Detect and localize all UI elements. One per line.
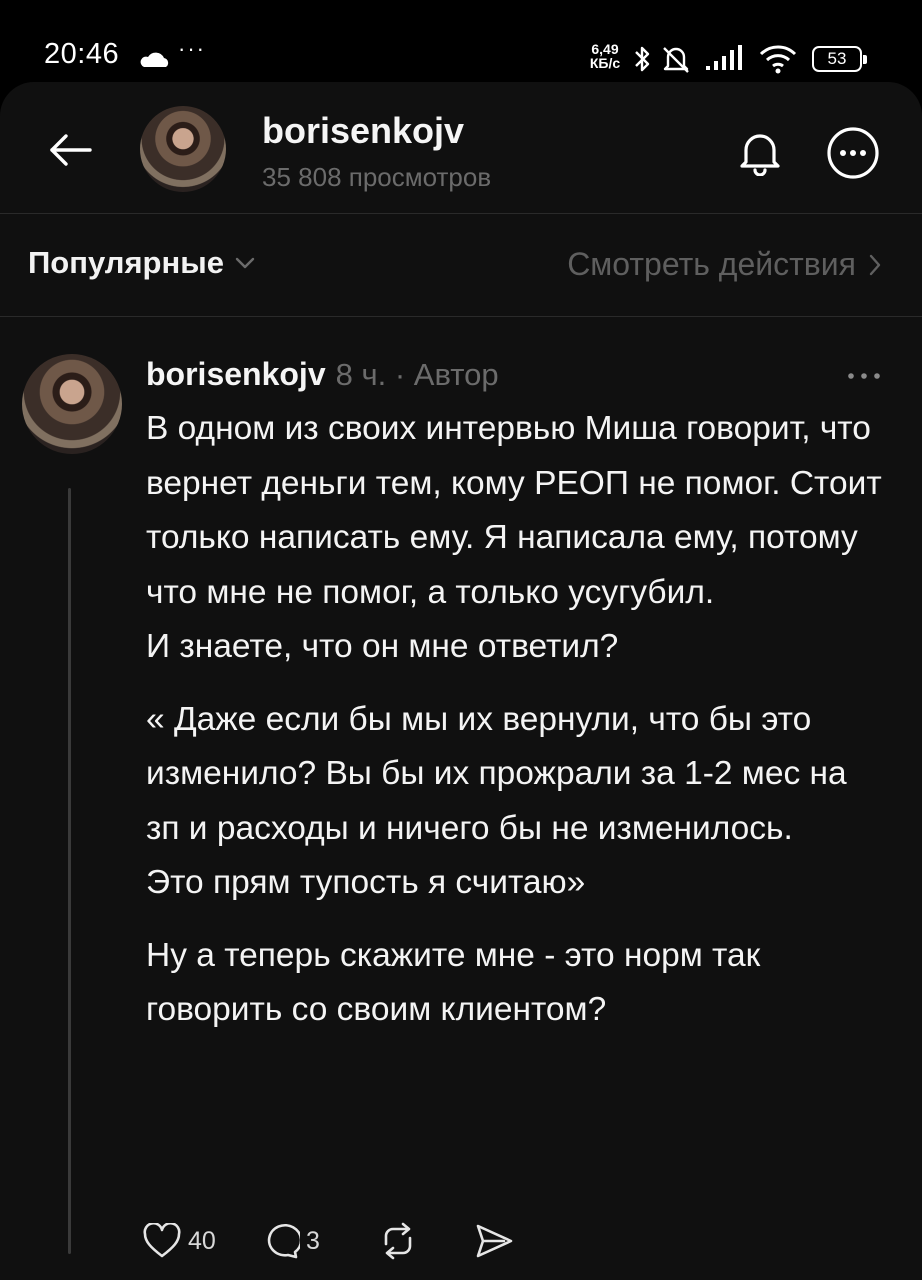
sort-label: Популярные [28, 245, 224, 280]
profile-header: borisenkojv 35 808 просмотров [0, 82, 922, 214]
view-activity-link[interactable]: Смотреть действия [567, 246, 882, 283]
wifi-icon [759, 45, 797, 74]
thread-line [68, 488, 71, 1254]
repost-button[interactable] [378, 1222, 474, 1260]
post-body: В одном из своих интервью Миша говорит, … [146, 402, 886, 1038]
status-more-dots: ··· [178, 36, 206, 61]
network-speed: 6,49 КБ/с [589, 41, 621, 71]
status-bar: 20:46 ··· 6,49 КБ/с 53 [0, 0, 922, 80]
arrow-left-icon[interactable] [44, 128, 96, 172]
reply-count: 3 [306, 1226, 320, 1255]
post-author[interactable]: borisenkojv [146, 356, 326, 393]
signal-icon [706, 45, 742, 70]
comment-icon [267, 1223, 300, 1259]
post-actions: 40 3 [142, 1216, 514, 1266]
heart-icon [143, 1223, 181, 1258]
post-meta: 8 ч. · Автор [335, 357, 499, 392]
avatar[interactable] [22, 354, 122, 454]
more-icon[interactable] [826, 126, 880, 180]
chevron-down-icon [235, 257, 255, 269]
profile-views: 35 808 просмотров [262, 162, 492, 192]
sort-bar: Популярные Смотреть действия [0, 215, 922, 317]
bell-icon[interactable] [734, 128, 786, 176]
share-button[interactable] [474, 1222, 514, 1260]
profile-username[interactable]: borisenkojv [262, 110, 464, 152]
like-count: 40 [188, 1226, 216, 1255]
status-time: 20:46 [44, 38, 120, 70]
send-icon [476, 1224, 513, 1258]
more-horizontal-icon[interactable] [846, 370, 882, 382]
post-paragraph: « Даже если бы мы их вернули, что бы это… [146, 700, 847, 902]
reply-button[interactable]: 3 [260, 1222, 378, 1260]
sort-dropdown[interactable]: Популярные [28, 245, 256, 281]
cloud-icon [140, 52, 169, 67]
thread-sheet: borisenkojv 35 808 просмотров Популярные… [0, 82, 922, 1280]
post-paragraph: В одном из своих интервью Миша говорит, … [146, 410, 882, 665]
bluetooth-icon [635, 46, 650, 72]
avatar[interactable] [140, 106, 226, 192]
thread-post: borisenkojv 8 ч. · Автор В одном из свои… [0, 318, 922, 1280]
post-paragraph: Ну а теперь скажите мне - это норм так г… [146, 936, 761, 1029]
post-header: borisenkojv 8 ч. · Автор [146, 356, 499, 393]
bell-muted-icon [663, 47, 689, 73]
like-button[interactable]: 40 [142, 1223, 260, 1259]
chevron-right-icon [869, 254, 881, 275]
battery-indicator: 53 [812, 46, 867, 72]
view-activity-label: Смотреть действия [567, 246, 856, 282]
repost-icon [384, 1222, 412, 1260]
